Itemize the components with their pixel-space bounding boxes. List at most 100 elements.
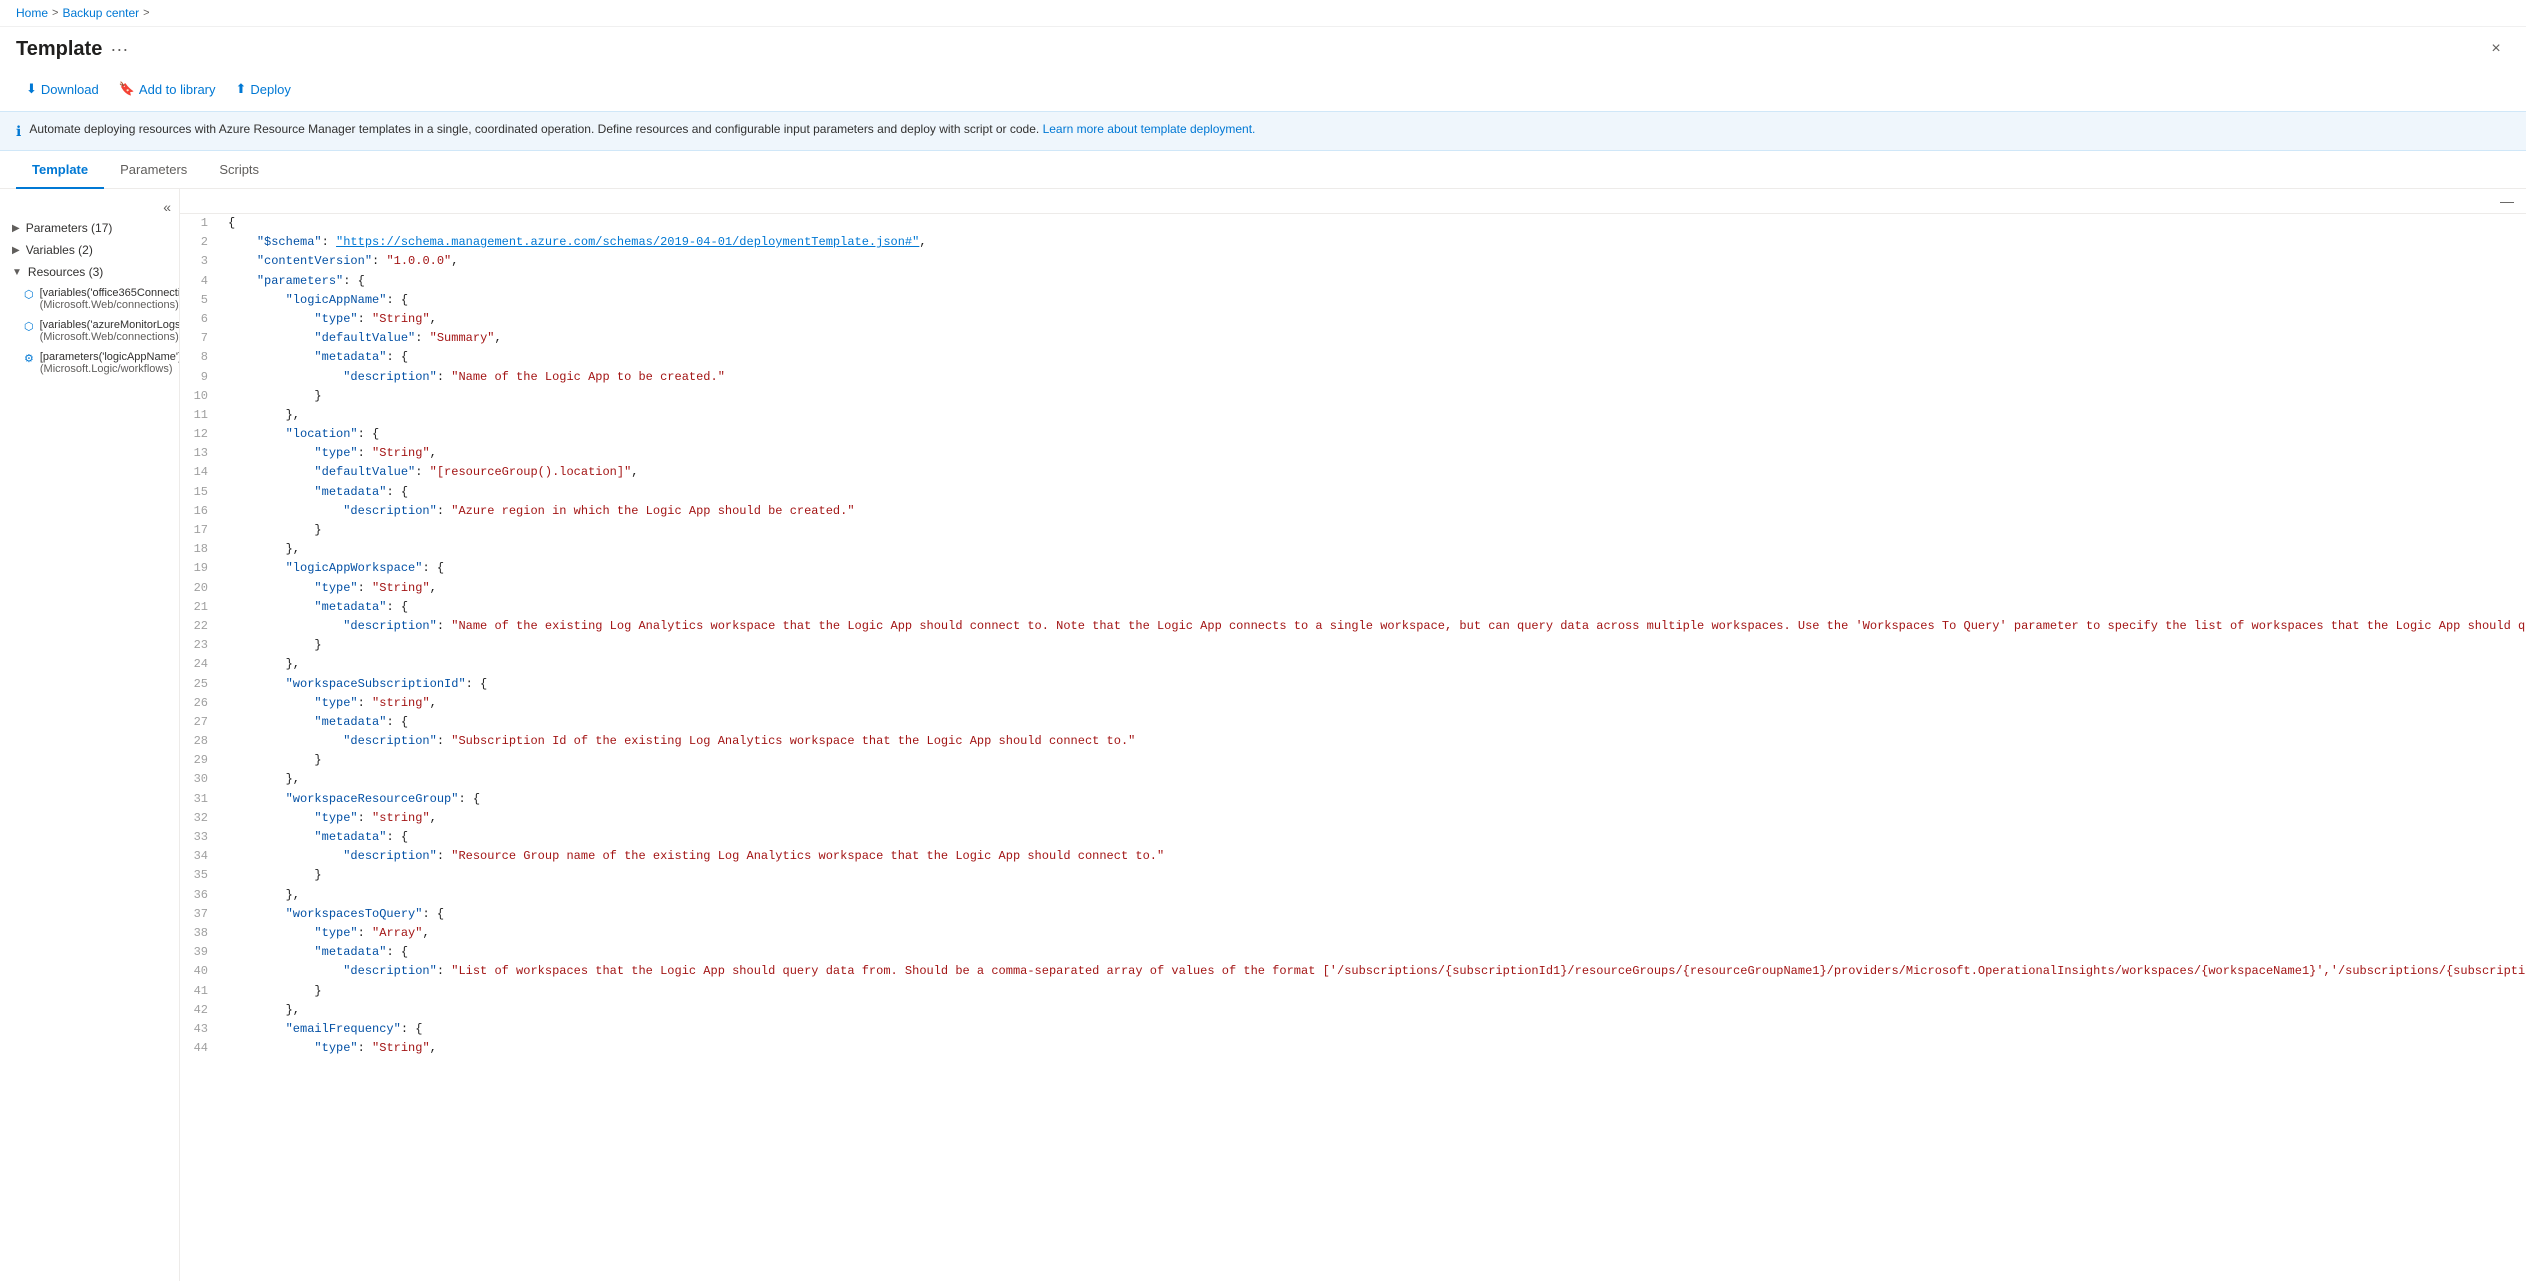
line-content: } <box>220 982 2526 1001</box>
line-content: "metadata": { <box>220 713 2526 732</box>
table-row: 15 "metadata": { <box>180 483 2526 502</box>
line-content: "description": "List of workspaces that … <box>220 962 2526 981</box>
sidebar-label-parameters: Parameters (17) <box>26 221 113 235</box>
sidebar-label-resources: Resources (3) <box>28 265 103 279</box>
deploy-button[interactable]: ⬆ Deploy <box>226 75 301 103</box>
line-content: "type": "String", <box>220 579 2526 598</box>
minimize-button[interactable]: — <box>2496 191 2518 211</box>
line-content: "description": "Name of the Logic App to… <box>220 368 2526 387</box>
line-number: 9 <box>180 368 220 387</box>
line-content: "type": "String", <box>220 310 2526 329</box>
line-content: }, <box>220 886 2526 905</box>
line-number: 23 <box>180 636 220 655</box>
line-content: "description": "Azure region in which th… <box>220 502 2526 521</box>
sidebar-item-variables[interactable]: ▶ Variables (2) <box>0 239 179 261</box>
table-row: 14 "defaultValue": "[resourceGroup().loc… <box>180 463 2526 482</box>
line-number: 11 <box>180 406 220 425</box>
code-editor[interactable]: — 1{2 "$schema": "https://schema.managem… <box>180 189 2526 1281</box>
info-text: Automate deploying resources with Azure … <box>29 122 1255 136</box>
table-row: 9 "description": "Name of the Logic App … <box>180 368 2526 387</box>
line-content: "contentVersion": "1.0.0.0", <box>220 252 2526 271</box>
line-number: 28 <box>180 732 220 751</box>
table-row: 26 "type": "string", <box>180 694 2526 713</box>
sidebar-item-logicapp[interactable]: ⚙ [parameters('logicAppName')](Microsoft… <box>0 347 179 379</box>
add-to-library-label: Add to library <box>139 82 216 97</box>
sidebar-item-azuremonitor[interactable]: ⬡ [variables('azureMonitorLogsConn...(Mi… <box>0 315 179 347</box>
line-number: 40 <box>180 962 220 981</box>
breadcrumb-sep1: > <box>52 7 58 19</box>
line-number: 39 <box>180 943 220 962</box>
line-number: 6 <box>180 310 220 329</box>
line-content: "metadata": { <box>220 598 2526 617</box>
sidebar-label-office365: [variables('office365ConnectionName')](M… <box>40 287 180 311</box>
table-row: 10 } <box>180 387 2526 406</box>
line-content: "metadata": { <box>220 828 2526 847</box>
table-row: 18 }, <box>180 540 2526 559</box>
line-content: "defaultValue": "[resourceGroup().locati… <box>220 463 2526 482</box>
sidebar-label-variables: Variables (2) <box>26 243 93 257</box>
line-number: 18 <box>180 540 220 559</box>
line-number: 31 <box>180 790 220 809</box>
table-row: 16 "description": "Azure region in which… <box>180 502 2526 521</box>
tabs-bar: Template Parameters Scripts <box>0 151 2526 189</box>
line-content: "logicAppWorkspace": { <box>220 559 2526 578</box>
info-banner: ℹ Automate deploying resources with Azur… <box>0 111 2526 151</box>
table-row: 22 "description": "Name of the existing … <box>180 617 2526 636</box>
line-number: 25 <box>180 675 220 694</box>
deploy-label: Deploy <box>250 82 290 97</box>
table-row: 34 "description": "Resource Group name o… <box>180 847 2526 866</box>
tab-scripts[interactable]: Scripts <box>203 152 275 189</box>
breadcrumb-home[interactable]: Home <box>16 6 48 20</box>
breadcrumb-backup-center[interactable]: Backup center <box>62 6 139 20</box>
deploy-icon: ⬆ <box>236 81 247 97</box>
line-number: 17 <box>180 521 220 540</box>
line-number: 35 <box>180 866 220 885</box>
line-number: 27 <box>180 713 220 732</box>
table-row: 37 "workspacesToQuery": { <box>180 905 2526 924</box>
sidebar-item-resources[interactable]: ▼ Resources (3) <box>0 261 179 283</box>
line-content: "$schema": "https://schema.management.az… <box>220 233 2526 252</box>
close-button[interactable]: × <box>2482 35 2510 63</box>
resource-icon-logicapp: ⚙ <box>24 352 34 365</box>
add-to-library-button[interactable]: 🔖 Add to library <box>109 75 226 103</box>
line-content: "location": { <box>220 425 2526 444</box>
table-row: 7 "defaultValue": "Summary", <box>180 329 2526 348</box>
table-row: 3 "contentVersion": "1.0.0.0", <box>180 252 2526 271</box>
expand-icon-parameters: ▶ <box>12 223 20 234</box>
sidebar-item-office365[interactable]: ⬡ [variables('office365ConnectionName')]… <box>0 283 179 315</box>
sidebar-label-logicapp: [parameters('logicAppName')](Microsoft.L… <box>40 351 180 375</box>
line-number: 10 <box>180 387 220 406</box>
line-number: 16 <box>180 502 220 521</box>
line-number: 30 <box>180 770 220 789</box>
code-area-header: — <box>180 189 2526 214</box>
line-content: } <box>220 521 2526 540</box>
tab-parameters[interactable]: Parameters <box>104 152 203 189</box>
title-menu-icon[interactable]: ··· <box>110 39 128 60</box>
line-number: 3 <box>180 252 220 271</box>
line-number: 41 <box>180 982 220 1001</box>
line-number: 20 <box>180 579 220 598</box>
line-content: "workspacesToQuery": { <box>220 905 2526 924</box>
info-link[interactable]: Learn more about template deployment. <box>1043 122 1256 136</box>
table-row: 17 } <box>180 521 2526 540</box>
tab-template[interactable]: Template <box>16 152 104 189</box>
line-content: "type": "String", <box>220 1039 2526 1058</box>
table-row: 25 "workspaceSubscriptionId": { <box>180 675 2526 694</box>
table-row: 6 "type": "String", <box>180 310 2526 329</box>
line-number: 22 <box>180 617 220 636</box>
line-content: "type": "string", <box>220 694 2526 713</box>
page-title: Template <box>16 38 102 61</box>
sidebar-item-parameters[interactable]: ▶ Parameters (17) <box>0 217 179 239</box>
main-content: « ▶ Parameters (17) ▶ Variables (2) ▼ Re… <box>0 189 2526 1281</box>
sidebar-collapse-button[interactable]: « <box>0 197 179 217</box>
expand-icon-resources: ▼ <box>12 267 22 278</box>
line-number: 34 <box>180 847 220 866</box>
table-row: 21 "metadata": { <box>180 598 2526 617</box>
line-content: }, <box>220 770 2526 789</box>
line-content: "description": "Subscription Id of the e… <box>220 732 2526 751</box>
table-row: 31 "workspaceResourceGroup": { <box>180 790 2526 809</box>
table-row: 28 "description": "Subscription Id of th… <box>180 732 2526 751</box>
download-button[interactable]: ⬇ Download <box>16 75 109 103</box>
table-row: 24 }, <box>180 655 2526 674</box>
line-number: 44 <box>180 1039 220 1058</box>
